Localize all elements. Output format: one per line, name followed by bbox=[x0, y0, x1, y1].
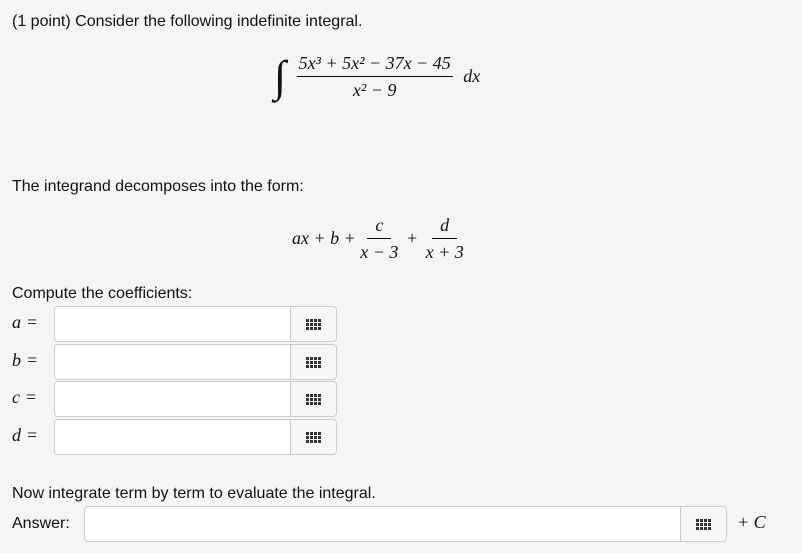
coefficient-row-a: a = bbox=[0, 306, 802, 342]
form-lead: ax + b + bbox=[292, 228, 356, 248]
form-fraction-c: c x − 3 bbox=[360, 214, 398, 263]
form-fraction-d: d x + 3 bbox=[426, 214, 464, 263]
coefficient-row-d: d = bbox=[0, 419, 802, 455]
keypad-grid-icon bbox=[306, 431, 321, 443]
keypad-grid-icon bbox=[306, 393, 321, 405]
form-frac2-numerator: d bbox=[432, 214, 458, 239]
compute-text: Compute the coefficients: bbox=[12, 285, 193, 302]
coefficient-row-c: c = bbox=[0, 381, 802, 417]
equation-editor-button-d[interactable] bbox=[291, 419, 337, 455]
coefficient-c-input[interactable] bbox=[54, 381, 291, 417]
equation-editor-button-c[interactable] bbox=[291, 381, 337, 417]
coefficient-label-c: c = bbox=[12, 387, 37, 407]
integrand-fraction: 5x³ + 5x² − 37x − 45 x² − 9 bbox=[296, 52, 453, 101]
decomposition-form: ax + b + c x − 3 + d x + 3 bbox=[292, 214, 464, 263]
equation-editor-button-answer[interactable] bbox=[681, 506, 727, 542]
equation-editor-button-b[interactable] bbox=[291, 344, 337, 380]
form-frac1-numerator: c bbox=[367, 214, 392, 239]
decomposition-text: The integrand decomposes into the form: bbox=[12, 178, 304, 195]
integrand-numerator: 5x³ + 5x² − 37x − 45 bbox=[296, 52, 453, 77]
intro-text: (1 point) Consider the following indefin… bbox=[12, 13, 363, 30]
coefficient-row-b: b = bbox=[0, 344, 802, 380]
form-frac1-denominator: x − 3 bbox=[360, 242, 399, 262]
integrate-text: Now integrate term by term to evaluate t… bbox=[12, 485, 376, 502]
answer-input[interactable] bbox=[84, 506, 681, 542]
integral-expression: ∫ 5x³ + 5x² − 37x − 45 x² − 9 dx bbox=[274, 52, 480, 101]
coefficient-label-b: b = bbox=[12, 350, 38, 370]
keypad-grid-icon bbox=[306, 318, 321, 330]
equation-editor-button-a[interactable] bbox=[291, 306, 337, 342]
keypad-grid-icon bbox=[306, 356, 321, 368]
form-frac2-denominator: x + 3 bbox=[425, 242, 464, 262]
differential: dx bbox=[463, 66, 481, 86]
coefficient-a-input[interactable] bbox=[54, 306, 291, 342]
coefficient-label-d: d = bbox=[12, 425, 38, 445]
keypad-grid-icon bbox=[696, 518, 711, 530]
coefficient-label-a: a = bbox=[12, 312, 38, 332]
form-plus: + bbox=[406, 228, 418, 248]
integral-sign: ∫ bbox=[274, 51, 287, 101]
integrand-denominator: x² − 9 bbox=[352, 80, 397, 100]
constant-of-integration: + C bbox=[737, 512, 766, 532]
coefficient-b-input[interactable] bbox=[54, 344, 291, 380]
coefficient-d-input[interactable] bbox=[54, 419, 291, 455]
answer-label: Answer: bbox=[12, 515, 70, 532]
